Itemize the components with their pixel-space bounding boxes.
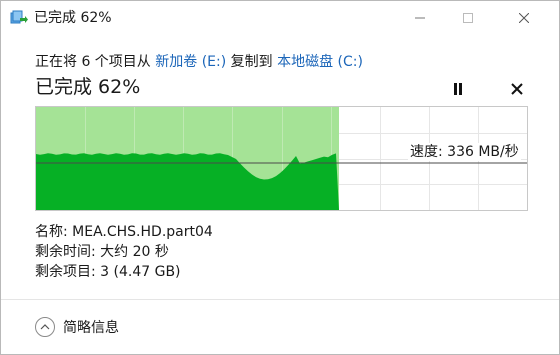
progress-headline: 已完成 62%	[35, 76, 141, 98]
minimize-button[interactable]	[397, 1, 443, 35]
description-middle: 复制到	[226, 54, 278, 70]
maximize-icon	[463, 13, 473, 23]
file-name: 名称: MEA.CHS.HD.part04	[35, 224, 213, 240]
maximize-button[interactable]	[445, 1, 491, 35]
destination-link[interactable]: 本地磁盘 (C:)	[277, 54, 363, 70]
footer-divider	[1, 299, 559, 300]
minimize-icon	[415, 17, 425, 19]
source-link[interactable]: 新加卷 (E:)	[155, 54, 226, 70]
items-remaining: 剩余项目: 3 (4.47 GB)	[35, 264, 181, 280]
transfer-speed-graph: 速度: 336 MB/秒	[35, 106, 528, 211]
speed-label: 速度: 336 MB/秒	[408, 143, 521, 161]
file-copy-icon	[10, 10, 28, 26]
chevron-up-icon	[35, 317, 55, 337]
copy-progress-dialog: 已完成 62% 正在将 6 个项目从 新加卷 (E:) 复制到 本地磁盘 (C:…	[0, 0, 560, 355]
title-bar: 已完成 62%	[1, 1, 559, 35]
description-prefix: 正在将 6 个项目从	[35, 54, 156, 70]
window-title: 已完成 62%	[34, 10, 112, 26]
close-window-button[interactable]	[501, 1, 547, 35]
speed-area	[36, 153, 339, 210]
time-remaining: 剩余时间: 大约 20 秒	[35, 244, 169, 260]
copy-description: 正在将 6 个项目从 新加卷 (E:) 复制到 本地磁盘 (C:)	[35, 53, 363, 71]
pause-icon	[454, 83, 462, 95]
cancel-button[interactable]	[508, 80, 526, 98]
close-icon	[519, 13, 529, 23]
less-details-label: 简略信息	[63, 320, 119, 336]
less-details-button[interactable]: 简略信息	[35, 316, 119, 338]
pause-button[interactable]	[449, 80, 467, 98]
close-icon	[511, 83, 523, 95]
